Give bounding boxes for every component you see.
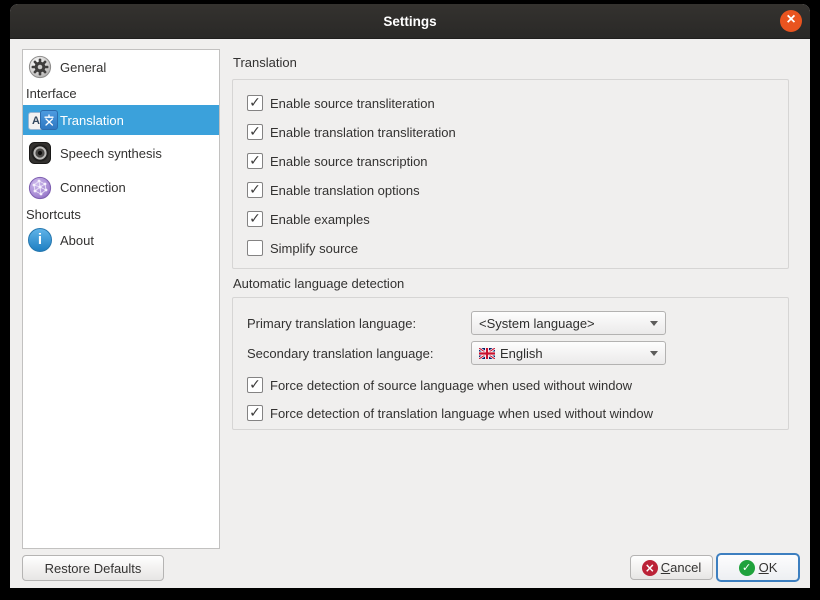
checkbox-box: ✓ xyxy=(247,95,263,111)
window-content: General Interface A xyxy=(10,39,810,588)
screen-background: Settings × xyxy=(0,0,820,600)
network-globe-icon xyxy=(28,176,52,200)
checkbox-box: ✓ xyxy=(247,182,263,198)
x-glyph: × xyxy=(645,561,655,575)
ok-check-icon: ✓ xyxy=(739,560,755,576)
settings-window: Settings × xyxy=(10,4,810,588)
check-icon: ✓ xyxy=(249,154,261,168)
cancel-accel: C xyxy=(661,560,670,575)
check-icon: ✓ xyxy=(249,212,261,226)
cancel-button[interactable]: × Cancel xyxy=(630,555,713,580)
checkbox-label: Enable examples xyxy=(270,212,370,227)
ok-rest: K xyxy=(769,560,778,575)
checkbox-label: Force detection of source language when … xyxy=(270,378,632,393)
primary-language-value: <System language> xyxy=(479,316,646,331)
uk-flag-icon xyxy=(479,348,495,359)
checkbox-box xyxy=(247,240,263,256)
primary-language-select[interactable]: <System language> xyxy=(471,311,666,335)
info-icon: i xyxy=(28,228,52,252)
gear-icon xyxy=(28,55,52,79)
check-icon: ✓ xyxy=(249,406,261,420)
check-icon: ✓ xyxy=(249,125,261,139)
sidebar-item-label: About xyxy=(60,233,94,248)
checkbox-box: ✓ xyxy=(247,405,263,421)
sidebar-item-label: Connection xyxy=(60,180,126,195)
checkbox-box: ✓ xyxy=(247,153,263,169)
cancel-button-label: Cancel xyxy=(661,560,701,575)
checkbox-box: ✓ xyxy=(247,124,263,140)
secondary-language-select[interactable]: English xyxy=(471,341,666,365)
secondary-language-label: Secondary translation language: xyxy=(247,346,471,361)
checkbox-simplify-source[interactable]: Simplify source xyxy=(247,240,788,256)
checkbox-label: Force detection of translation language … xyxy=(270,406,653,421)
sidebar-item-about[interactable]: i About xyxy=(23,225,219,255)
check-icon: ✓ xyxy=(249,96,261,110)
checkbox-label: Enable translation transliteration xyxy=(270,125,456,140)
check-icon: ✓ xyxy=(249,378,261,392)
translation-group-title: Translation xyxy=(233,55,297,70)
sidebar-item-connection[interactable]: Connection xyxy=(23,171,219,204)
sidebar-item-shortcuts[interactable]: Shortcuts xyxy=(23,204,219,225)
cancel-rest: ancel xyxy=(670,560,701,575)
chevron-down-icon xyxy=(650,321,658,326)
checkbox-label: Simplify source xyxy=(270,241,358,256)
check-icon: ✓ xyxy=(249,183,261,197)
translate-icon: A xyxy=(28,108,52,132)
sidebar-item-label: Translation xyxy=(60,113,124,128)
restore-defaults-button[interactable]: Restore Defaults xyxy=(22,555,164,581)
checkbox-enable-translation-options[interactable]: ✓ Enable translation options xyxy=(247,182,788,198)
primary-language-row: Primary translation language: <System la… xyxy=(247,311,788,335)
speaker-icon xyxy=(28,141,52,165)
sidebar-list: General Interface A xyxy=(22,49,220,549)
sidebar-item-label: Interface xyxy=(26,86,77,101)
checkbox-label: Enable source transcription xyxy=(270,154,428,169)
checkbox-force-translation-detection[interactable]: ✓ Force detection of translation languag… xyxy=(247,405,788,421)
checkbox-box: ✓ xyxy=(247,377,263,393)
checkbox-force-source-detection[interactable]: ✓ Force detection of source language whe… xyxy=(247,377,788,393)
titlebar[interactable]: Settings × xyxy=(10,4,810,39)
sidebar-item-label: General xyxy=(60,60,106,75)
sidebar-item-interface[interactable]: Interface xyxy=(23,82,219,105)
checkbox-label: Enable translation options xyxy=(270,183,420,198)
sidebar-item-label: Shortcuts xyxy=(26,207,81,222)
translation-group: ✓ Enable source transliteration ✓ Enable… xyxy=(232,79,789,269)
ok-button-label: OK xyxy=(759,560,778,575)
sidebar-item-speech-synthesis[interactable]: Speech synthesis xyxy=(23,135,219,171)
sidebar-item-general[interactable]: General xyxy=(23,52,219,82)
sidebar-item-label: Speech synthesis xyxy=(60,146,162,161)
detection-group-title: Automatic language detection xyxy=(233,276,404,291)
checkbox-enable-source-transliteration[interactable]: ✓ Enable source transliteration xyxy=(247,95,788,111)
cancel-x-icon: × xyxy=(642,560,658,576)
ok-accel: O xyxy=(759,560,769,575)
close-button[interactable]: × xyxy=(780,10,802,32)
close-icon: × xyxy=(786,12,795,28)
detection-group: Primary translation language: <System la… xyxy=(232,297,789,430)
sidebar-item-translation[interactable]: A Translation xyxy=(23,105,219,135)
chevron-down-icon xyxy=(650,351,658,356)
checkbox-enable-examples[interactable]: ✓ Enable examples xyxy=(247,211,788,227)
secondary-language-value: English xyxy=(500,346,646,361)
secondary-language-row: Secondary translation language: Engl xyxy=(247,341,788,365)
checkbox-enable-source-transcription[interactable]: ✓ Enable source transcription xyxy=(247,153,788,169)
ok-button[interactable]: ✓ OK xyxy=(716,553,800,582)
window-title: Settings xyxy=(383,14,436,29)
checkbox-enable-translation-transliteration[interactable]: ✓ Enable translation transliteration xyxy=(247,124,788,140)
checkbox-label: Enable source transliteration xyxy=(270,96,435,111)
checkbox-box: ✓ xyxy=(247,211,263,227)
primary-language-label: Primary translation language: xyxy=(247,316,471,331)
check-glyph: ✓ xyxy=(742,561,751,574)
